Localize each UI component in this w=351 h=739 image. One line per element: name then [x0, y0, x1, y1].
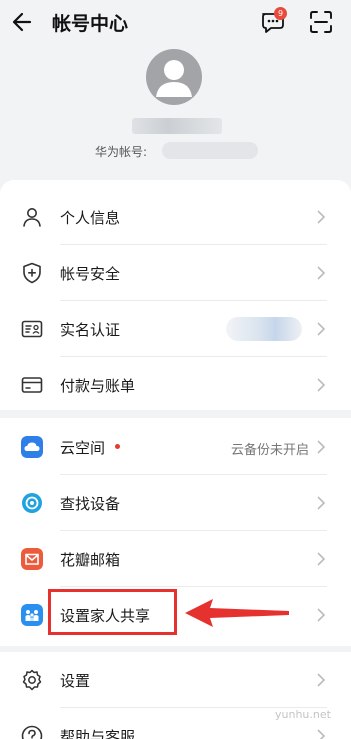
chevron-right-icon — [317, 496, 326, 510]
person-icon — [23, 208, 41, 227]
petal-mail-row[interactable]: 花瓣邮箱 — [0, 531, 351, 587]
petal-mail-app-icon — [21, 548, 43, 570]
page-title: 帐号中心 — [52, 13, 129, 35]
row-label: 云空间 — [60, 439, 106, 457]
account-id-redacted — [162, 142, 258, 159]
avatar[interactable] — [146, 49, 202, 105]
chevron-right-icon — [317, 440, 326, 454]
row-label: 付款与账单 — [60, 377, 136, 395]
chevron-right-icon — [317, 378, 326, 392]
family-sharing-app-icon — [21, 604, 43, 626]
id-card-icon — [21, 320, 43, 338]
gear-icon — [22, 669, 42, 691]
find-device-row[interactable]: 查找设备 — [0, 475, 351, 531]
highlight-annotation-box — [48, 589, 177, 635]
row-label: 花瓣邮箱 — [60, 551, 121, 569]
back-button[interactable] — [10, 8, 38, 36]
scan-button[interactable] — [307, 8, 335, 36]
payment-billing-row[interactable]: 付款与账单 — [0, 357, 351, 413]
personal-info-row[interactable]: 个人信息 — [0, 189, 351, 245]
account-header: 帐号中心 9 华为帐号: — [0, 0, 351, 178]
account-id-label: 华为帐号: — [95, 145, 148, 159]
settings-row[interactable]: 设置 — [0, 652, 351, 708]
scan-icon — [310, 11, 332, 33]
watermark: yunhu.net — [275, 708, 331, 721]
row-label: 个人信息 — [60, 209, 121, 227]
chevron-right-icon — [317, 729, 326, 739]
row-label: 帮助与客服 — [60, 728, 136, 739]
row-label: 设置 — [60, 672, 91, 690]
chevron-right-icon — [317, 322, 326, 336]
chevron-right-icon — [317, 673, 326, 687]
chevron-right-icon — [317, 552, 326, 566]
back-arrow-icon — [12, 12, 32, 32]
credit-card-icon — [21, 377, 43, 393]
row-label: 实名认证 — [60, 321, 121, 339]
username-redacted — [132, 118, 222, 134]
row-label: 帐号安全 — [60, 265, 121, 283]
account-settings-card: 个人信息 帐号安全 实名认证 付款与账单 — [0, 180, 351, 410]
chevron-right-icon — [317, 608, 326, 622]
message-count-badge: 9 — [274, 7, 287, 20]
notification-dot — [115, 444, 120, 449]
find-device-app-icon — [22, 493, 42, 513]
chevron-right-icon — [317, 210, 326, 224]
red-arrow-annotation — [185, 599, 289, 627]
general-card: 设置 帮助与客服 — [0, 652, 351, 739]
row-label: 查找设备 — [60, 495, 121, 513]
account-security-row[interactable]: 帐号安全 — [0, 245, 351, 301]
cloud-app-icon — [21, 436, 43, 458]
cloud-space-row[interactable]: 云空间 云备份未开启 — [0, 419, 351, 475]
chevron-right-icon — [317, 266, 326, 280]
real-name-verification-row[interactable]: 实名认证 — [0, 301, 351, 357]
shield-icon — [23, 262, 41, 284]
verified-name-redacted — [226, 317, 302, 341]
default-avatar-icon — [156, 60, 192, 97]
help-icon — [21, 725, 43, 739]
cloud-backup-status: 云备份未开启 — [230, 443, 309, 458]
